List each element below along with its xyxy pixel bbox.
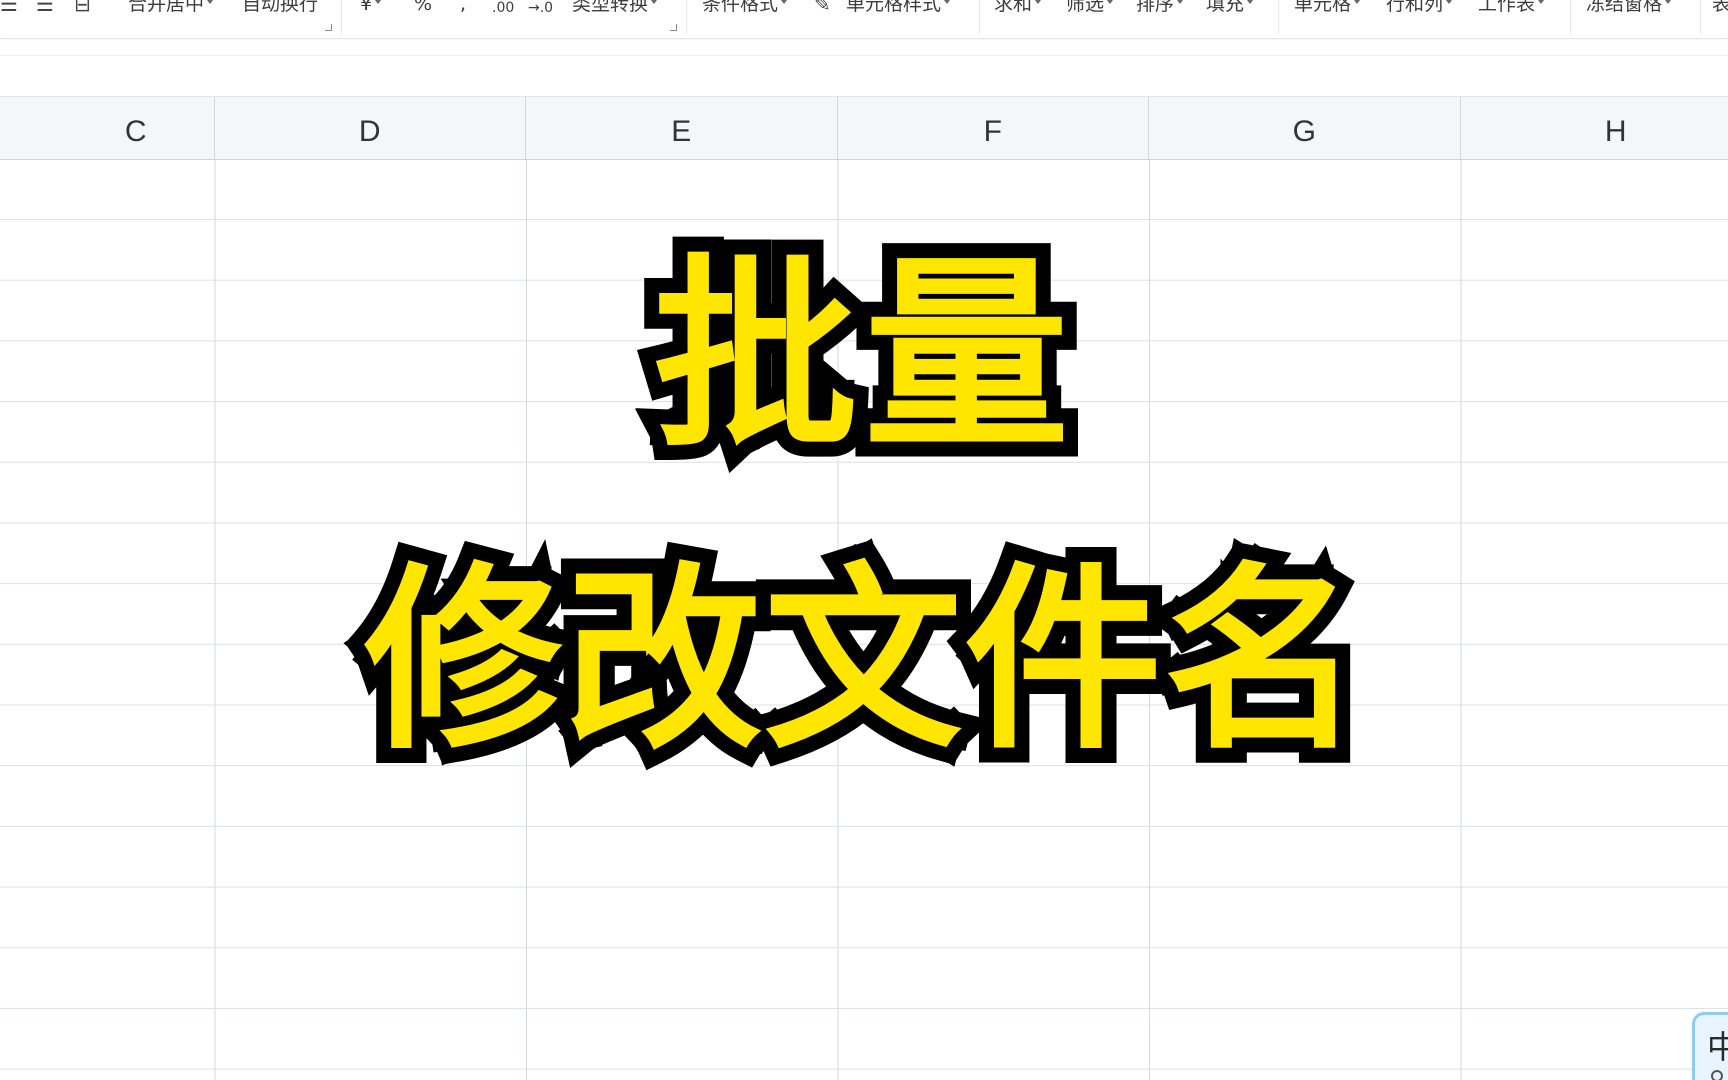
column-header-g[interactable]: G [1149, 97, 1461, 159]
overlay-title-line-2: 修改文件名 [349, 545, 1377, 776]
cell-label: 单元格 [1294, 0, 1352, 15]
row-col-menu-button[interactable]: 行和列 [1386, 0, 1453, 17]
chevron-down-icon [651, 0, 658, 4]
ribbon-divider [341, 0, 342, 34]
column-header-h[interactable]: H [1461, 97, 1728, 159]
align-center-icon[interactable]: ☰ [36, 0, 54, 17]
cell-style-button[interactable]: 单元格样式 [846, 0, 951, 17]
chevron-down-icon [375, 0, 382, 4]
filter-button[interactable]: 筛选 [1066, 0, 1114, 17]
ribbon-divider [1570, 0, 1571, 34]
chevron-down-icon [1665, 0, 1672, 4]
formula-bar[interactable] [0, 55, 1728, 97]
chevron-down-icon [1538, 0, 1545, 4]
chevron-down-icon [207, 0, 214, 4]
align-justify-icon[interactable]: ⊟ [74, 0, 91, 17]
dialog-launcher-icon[interactable] [670, 24, 677, 31]
wrap-text-button[interactable]: 自动换行 [242, 0, 318, 17]
column-label: H [1604, 115, 1627, 148]
row-col-label: 行和列 [1386, 0, 1444, 15]
column-label: F [983, 115, 1002, 148]
percent-format-button[interactable]: % [414, 0, 432, 17]
sort-label: 排序 [1136, 0, 1175, 15]
worksheet-label: 工作表 [1478, 0, 1536, 15]
overlay-title-line-1: 批量 [638, 238, 1084, 476]
column-label: E [671, 115, 692, 148]
merge-center-label: 合并居中 [128, 0, 205, 15]
sort-button[interactable]: 排序 [1136, 0, 1184, 17]
decrease-decimal-button[interactable]: →.0 [528, 0, 553, 21]
currency-label: ¥ [360, 0, 373, 15]
column-header-f[interactable]: F [838, 97, 1149, 159]
ime-mode-label: 中 [1707, 1028, 1728, 1066]
sum-button[interactable]: 求和 [994, 0, 1042, 17]
column-header-c[interactable]: C [0, 97, 215, 159]
column-header-d[interactable]: D [215, 97, 526, 159]
ime-dot-icon [1711, 1070, 1723, 1080]
dialog-launcher-icon[interactable] [325, 24, 332, 31]
brush-icon[interactable]: ✎ [814, 0, 831, 17]
chevron-down-icon [1107, 0, 1114, 4]
chevron-down-icon [1177, 0, 1184, 4]
fill-label: 填充 [1206, 0, 1245, 15]
chevron-down-icon [1446, 0, 1453, 4]
chevron-down-icon [781, 0, 788, 4]
increase-decimal-button[interactable]: .00 [492, 0, 514, 21]
chevron-down-icon [1354, 0, 1361, 4]
cell-style-label: 单元格样式 [846, 0, 942, 15]
worksheet-menu-button[interactable]: 工作表 [1478, 0, 1545, 17]
chevron-down-icon [944, 0, 951, 4]
column-label: D [358, 115, 381, 148]
ime-indicator[interactable]: 中 [1692, 1012, 1728, 1080]
align-left-icon[interactable]: ☰ [0, 0, 18, 17]
column-header-row: C D E F G H [0, 97, 1728, 160]
freeze-panes-label: 冻结窗格 [1586, 0, 1663, 15]
ribbon-divider [979, 0, 980, 34]
merge-center-button[interactable]: 合并居中 [128, 0, 214, 17]
ribbon-toolbar: ☰ ☰ ⊟ 合并居中 自动换行 ¥ % , .00 →.0 类型转换 条件格式 … [0, 0, 1728, 39]
chevron-down-icon [1247, 0, 1254, 4]
ribbon-divider [1700, 0, 1701, 34]
spreadsheet-app: ☰ ☰ ⊟ 合并居中 自动换行 ¥ % , .00 →.0 类型转换 条件格式 … [0, 0, 1728, 1080]
type-convert-label: 类型转换 [572, 0, 649, 15]
freeze-panes-button[interactable]: 冻结窗格 [1586, 0, 1672, 17]
column-label: C [124, 115, 147, 148]
conditional-format-label: 条件格式 [702, 0, 779, 15]
filter-label: 筛选 [1066, 0, 1105, 15]
ribbon-divider [1278, 0, 1279, 34]
column-header-e[interactable]: E [526, 97, 838, 159]
sum-label: 求和 [994, 0, 1033, 15]
comma-style-button[interactable]: , [460, 0, 466, 17]
type-convert-button[interactable]: 类型转换 [572, 0, 658, 17]
fill-button[interactable]: 填充 [1206, 0, 1254, 17]
cell-menu-button[interactable]: 单元格 [1294, 0, 1361, 17]
table-tools-button[interactable]: 表 [1712, 0, 1728, 17]
chevron-down-icon [1035, 0, 1042, 4]
currency-format-button[interactable]: ¥ [360, 0, 382, 17]
ribbon-divider [686, 0, 687, 34]
column-label: G [1292, 115, 1316, 148]
conditional-format-button[interactable]: 条件格式 [702, 0, 788, 17]
